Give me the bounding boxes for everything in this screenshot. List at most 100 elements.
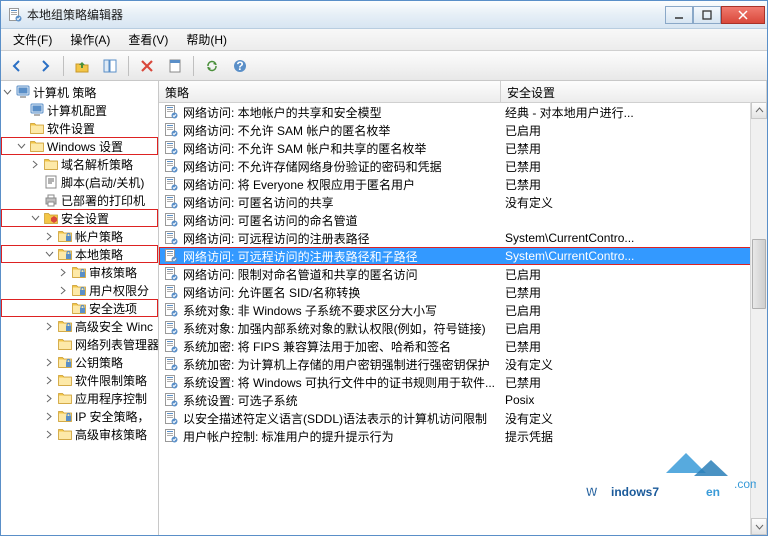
tree-item[interactable]: 用户权限分 [1,281,158,299]
tree-item[interactable]: IP 安全策略， [1,407,158,425]
list-row[interactable]: 网络访问: 限制对命名管道和共享的匿名访问已启用 [159,265,767,283]
list-row[interactable]: 网络访问: 不允许 SAM 帐户的匿名枚举已启用 [159,121,767,139]
tree-item[interactable]: 脚本(启动/关机) [1,173,158,191]
list-row[interactable]: 网络访问: 可远程访问的注册表路径和子路径System\CurrentContr… [159,247,767,265]
list-row[interactable]: 网络访问: 允许匿名 SID/名称转换已禁用 [159,283,767,301]
scroll-up-button[interactable] [751,102,767,119]
tree-item[interactable]: 已部署的打印机 [1,191,158,209]
folder-icon [57,426,73,442]
collapse-icon[interactable] [15,140,27,152]
security-setting: 已启用 [501,122,767,139]
policy-icon [163,392,179,408]
twisty-none [29,176,41,188]
security-setting: 已启用 [501,320,767,337]
security-setting: 已禁用 [501,338,767,355]
expand-icon[interactable] [29,158,41,170]
expand-icon[interactable] [43,392,55,404]
menu-file[interactable]: 文件(F) [5,29,60,50]
list-panel: 策略 安全设置 网络访问: 本地帐户的共享和安全模型经典 - 对本地用户进行..… [159,81,767,535]
tree-label: Windows 设置 [47,138,123,155]
tree-panel[interactable]: 计算机 策略计算机配置软件设置Windows 设置域名解析策略脚本(启动/关机)… [1,81,159,535]
scroll-thumb[interactable] [752,239,766,309]
list-row[interactable]: 以安全描述符定义语言(SDDL)语法表示的计算机访问限制没有定义 [159,409,767,427]
column-security[interactable]: 安全设置 [501,81,767,102]
delete-button[interactable] [135,54,159,78]
tree-item[interactable]: 软件限制策略 [1,371,158,389]
list-row[interactable]: 网络访问: 可匿名访问的命名管道 [159,211,767,229]
policy-icon [163,302,179,318]
help-button[interactable] [228,54,252,78]
security-setting: 经典 - 对本地用户进行... [501,104,767,121]
list-row[interactable]: 网络访问: 不允许存储网络身份验证的密码和凭据已禁用 [159,157,767,175]
minimize-button[interactable] [665,6,693,24]
tree-item[interactable]: 应用程序控制 [1,389,158,407]
policy-name: 以安全描述符定义语言(SDDL)语法表示的计算机访问限制 [183,410,487,427]
twisty-none [15,104,27,116]
tree-label: 安全选项 [89,300,137,317]
forward-button[interactable] [33,54,57,78]
expand-icon[interactable] [43,428,55,440]
tree-label: 帐户策略 [75,228,123,245]
collapse-icon[interactable] [1,86,13,98]
tree-item[interactable]: 计算机配置 [1,101,158,119]
list-row[interactable]: 用户帐户控制: 标准用户的提升提示行为提示凭据 [159,427,767,445]
list-row[interactable]: 系统设置: 将 Windows 可执行文件中的证书规则用于软件...已禁用 [159,373,767,391]
tree-item[interactable]: 域名解析策略 [1,155,158,173]
showhide-button[interactable] [98,54,122,78]
tree-item[interactable]: 计算机 策略 [1,83,158,101]
policy-name: 网络访问: 可匿名访问的命名管道 [183,212,358,229]
list-row[interactable]: 系统加密: 将 FIPS 兼容算法用于加密、哈希和签名已禁用 [159,337,767,355]
back-button[interactable] [5,54,29,78]
titlebar[interactable]: 本地组策略编辑器 [1,1,767,29]
up-button[interactable] [70,54,94,78]
menu-help[interactable]: 帮助(H) [178,29,235,50]
collapse-icon[interactable] [29,212,41,224]
list-row[interactable]: 网络访问: 不允许 SAM 帐户和共享的匿名枚举已禁用 [159,139,767,157]
security-icon [43,210,59,226]
tree-item[interactable]: 公钥策略 [1,353,158,371]
scroll-down-button[interactable] [751,518,767,535]
tree-item[interactable]: 安全设置 [1,209,158,227]
expand-icon[interactable] [43,374,55,386]
tree-item[interactable]: 安全选项 [1,299,158,317]
tree-item[interactable]: 高级审核策略 [1,425,158,443]
expand-icon[interactable] [43,320,55,332]
tree-item[interactable]: Windows 设置 [1,137,158,155]
app-icon [7,7,23,23]
collapse-icon[interactable] [43,248,55,260]
tree-item[interactable]: 帐户策略 [1,227,158,245]
tree-item[interactable]: 本地策略 [1,245,158,263]
maximize-button[interactable] [693,6,721,24]
list-row[interactable]: 系统对象: 加强内部系统对象的默认权限(例如，符号链接)已启用 [159,319,767,337]
expand-icon[interactable] [43,410,55,422]
expand-icon[interactable] [57,284,69,296]
policy-name: 系统对象: 非 Windows 子系统不要求区分大小写 [183,302,437,319]
list-row[interactable]: 系统设置: 可选子系统Posix [159,391,767,409]
tree-item[interactable]: 软件设置 [1,119,158,137]
tree-item[interactable]: 网络列表管理器 [1,335,158,353]
list-row[interactable]: 网络访问: 本地帐户的共享和安全模型经典 - 对本地用户进行... [159,103,767,121]
folder-lock-icon [71,300,87,316]
policy-name: 网络访问: 可匿名访问的共享 [183,194,334,211]
menu-action[interactable]: 操作(A) [62,29,118,50]
expand-icon[interactable] [57,266,69,278]
security-setting: Posix [501,393,767,407]
list-row[interactable]: 网络访问: 可匿名访问的共享没有定义 [159,193,767,211]
list-row[interactable]: 网络访问: 可远程访问的注册表路径System\CurrentContro... [159,229,767,247]
list-body[interactable]: 网络访问: 本地帐户的共享和安全模型经典 - 对本地用户进行...网络访问: 不… [159,103,767,535]
properties-button[interactable] [163,54,187,78]
policy-name: 网络访问: 可远程访问的注册表路径和子路径 [183,248,418,265]
refresh-button[interactable] [200,54,224,78]
scrollbar[interactable] [750,102,767,535]
menu-view[interactable]: 查看(V) [120,29,176,50]
close-button[interactable] [721,6,765,24]
column-policy[interactable]: 策略 [159,81,501,102]
tree-item[interactable]: 高级安全 Winc [1,317,158,335]
list-row[interactable]: 网络访问: 将 Everyone 权限应用于匿名用户已禁用 [159,175,767,193]
expand-icon[interactable] [43,230,55,242]
tree-item[interactable]: 审核策略 [1,263,158,281]
expand-icon[interactable] [43,356,55,368]
folder-icon [57,336,73,352]
list-row[interactable]: 系统对象: 非 Windows 子系统不要求区分大小写已启用 [159,301,767,319]
list-row[interactable]: 系统加密: 为计算机上存储的用户密钥强制进行强密钥保护没有定义 [159,355,767,373]
